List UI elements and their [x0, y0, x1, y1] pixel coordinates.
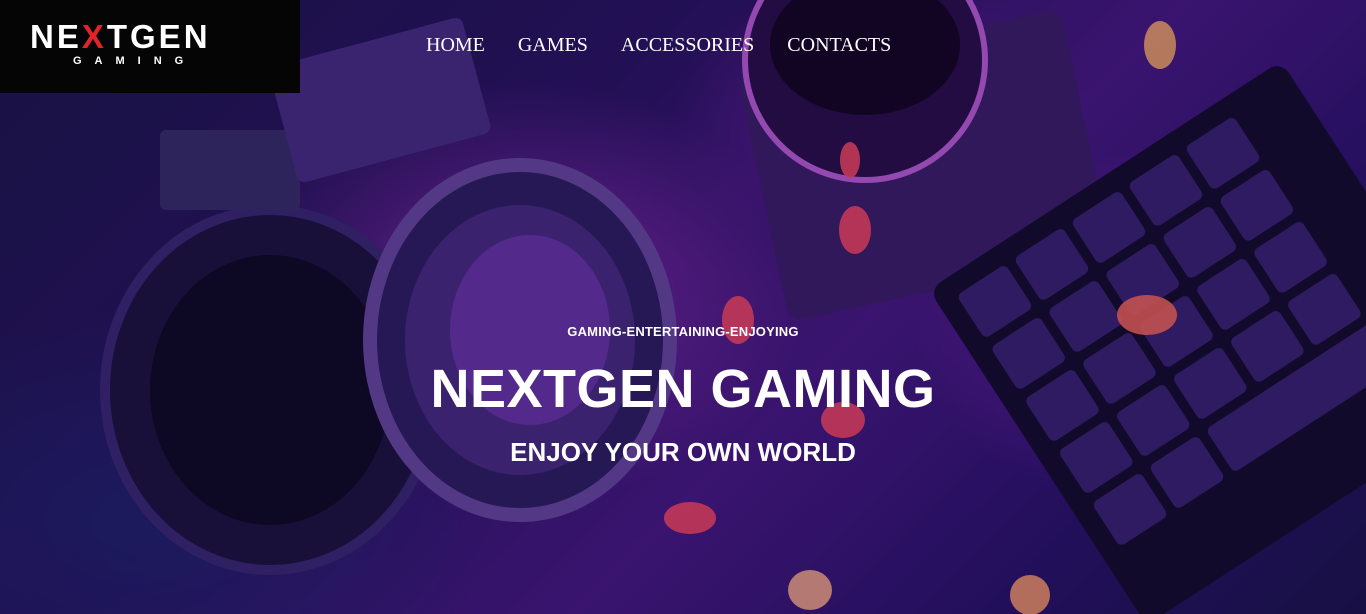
main-nav: HOME GAMES ACCESSORIES CONTACTS	[426, 34, 891, 56]
logo-x-letter: X	[81, 18, 107, 55]
nav-accessories[interactable]: ACCESSORIES	[621, 34, 754, 56]
nav-home[interactable]: HOME	[426, 34, 485, 56]
nav-contacts[interactable]: CONTACTS	[787, 34, 891, 56]
logo-subtitle: GAMING	[73, 55, 197, 67]
hero-title: NEXTGEN GAMING	[430, 359, 936, 419]
logo-wordmark: NEXTGEN	[30, 18, 211, 55]
hero-tagline: GAMING-ENTERTAINING-ENJOYING	[567, 324, 799, 339]
hero-subtitle: ENJOY YOUR OWN WORLD	[510, 437, 856, 467]
nav-games[interactable]: GAMES	[518, 34, 588, 56]
logo[interactable]: NEXTGEN GAMING	[0, 0, 300, 93]
